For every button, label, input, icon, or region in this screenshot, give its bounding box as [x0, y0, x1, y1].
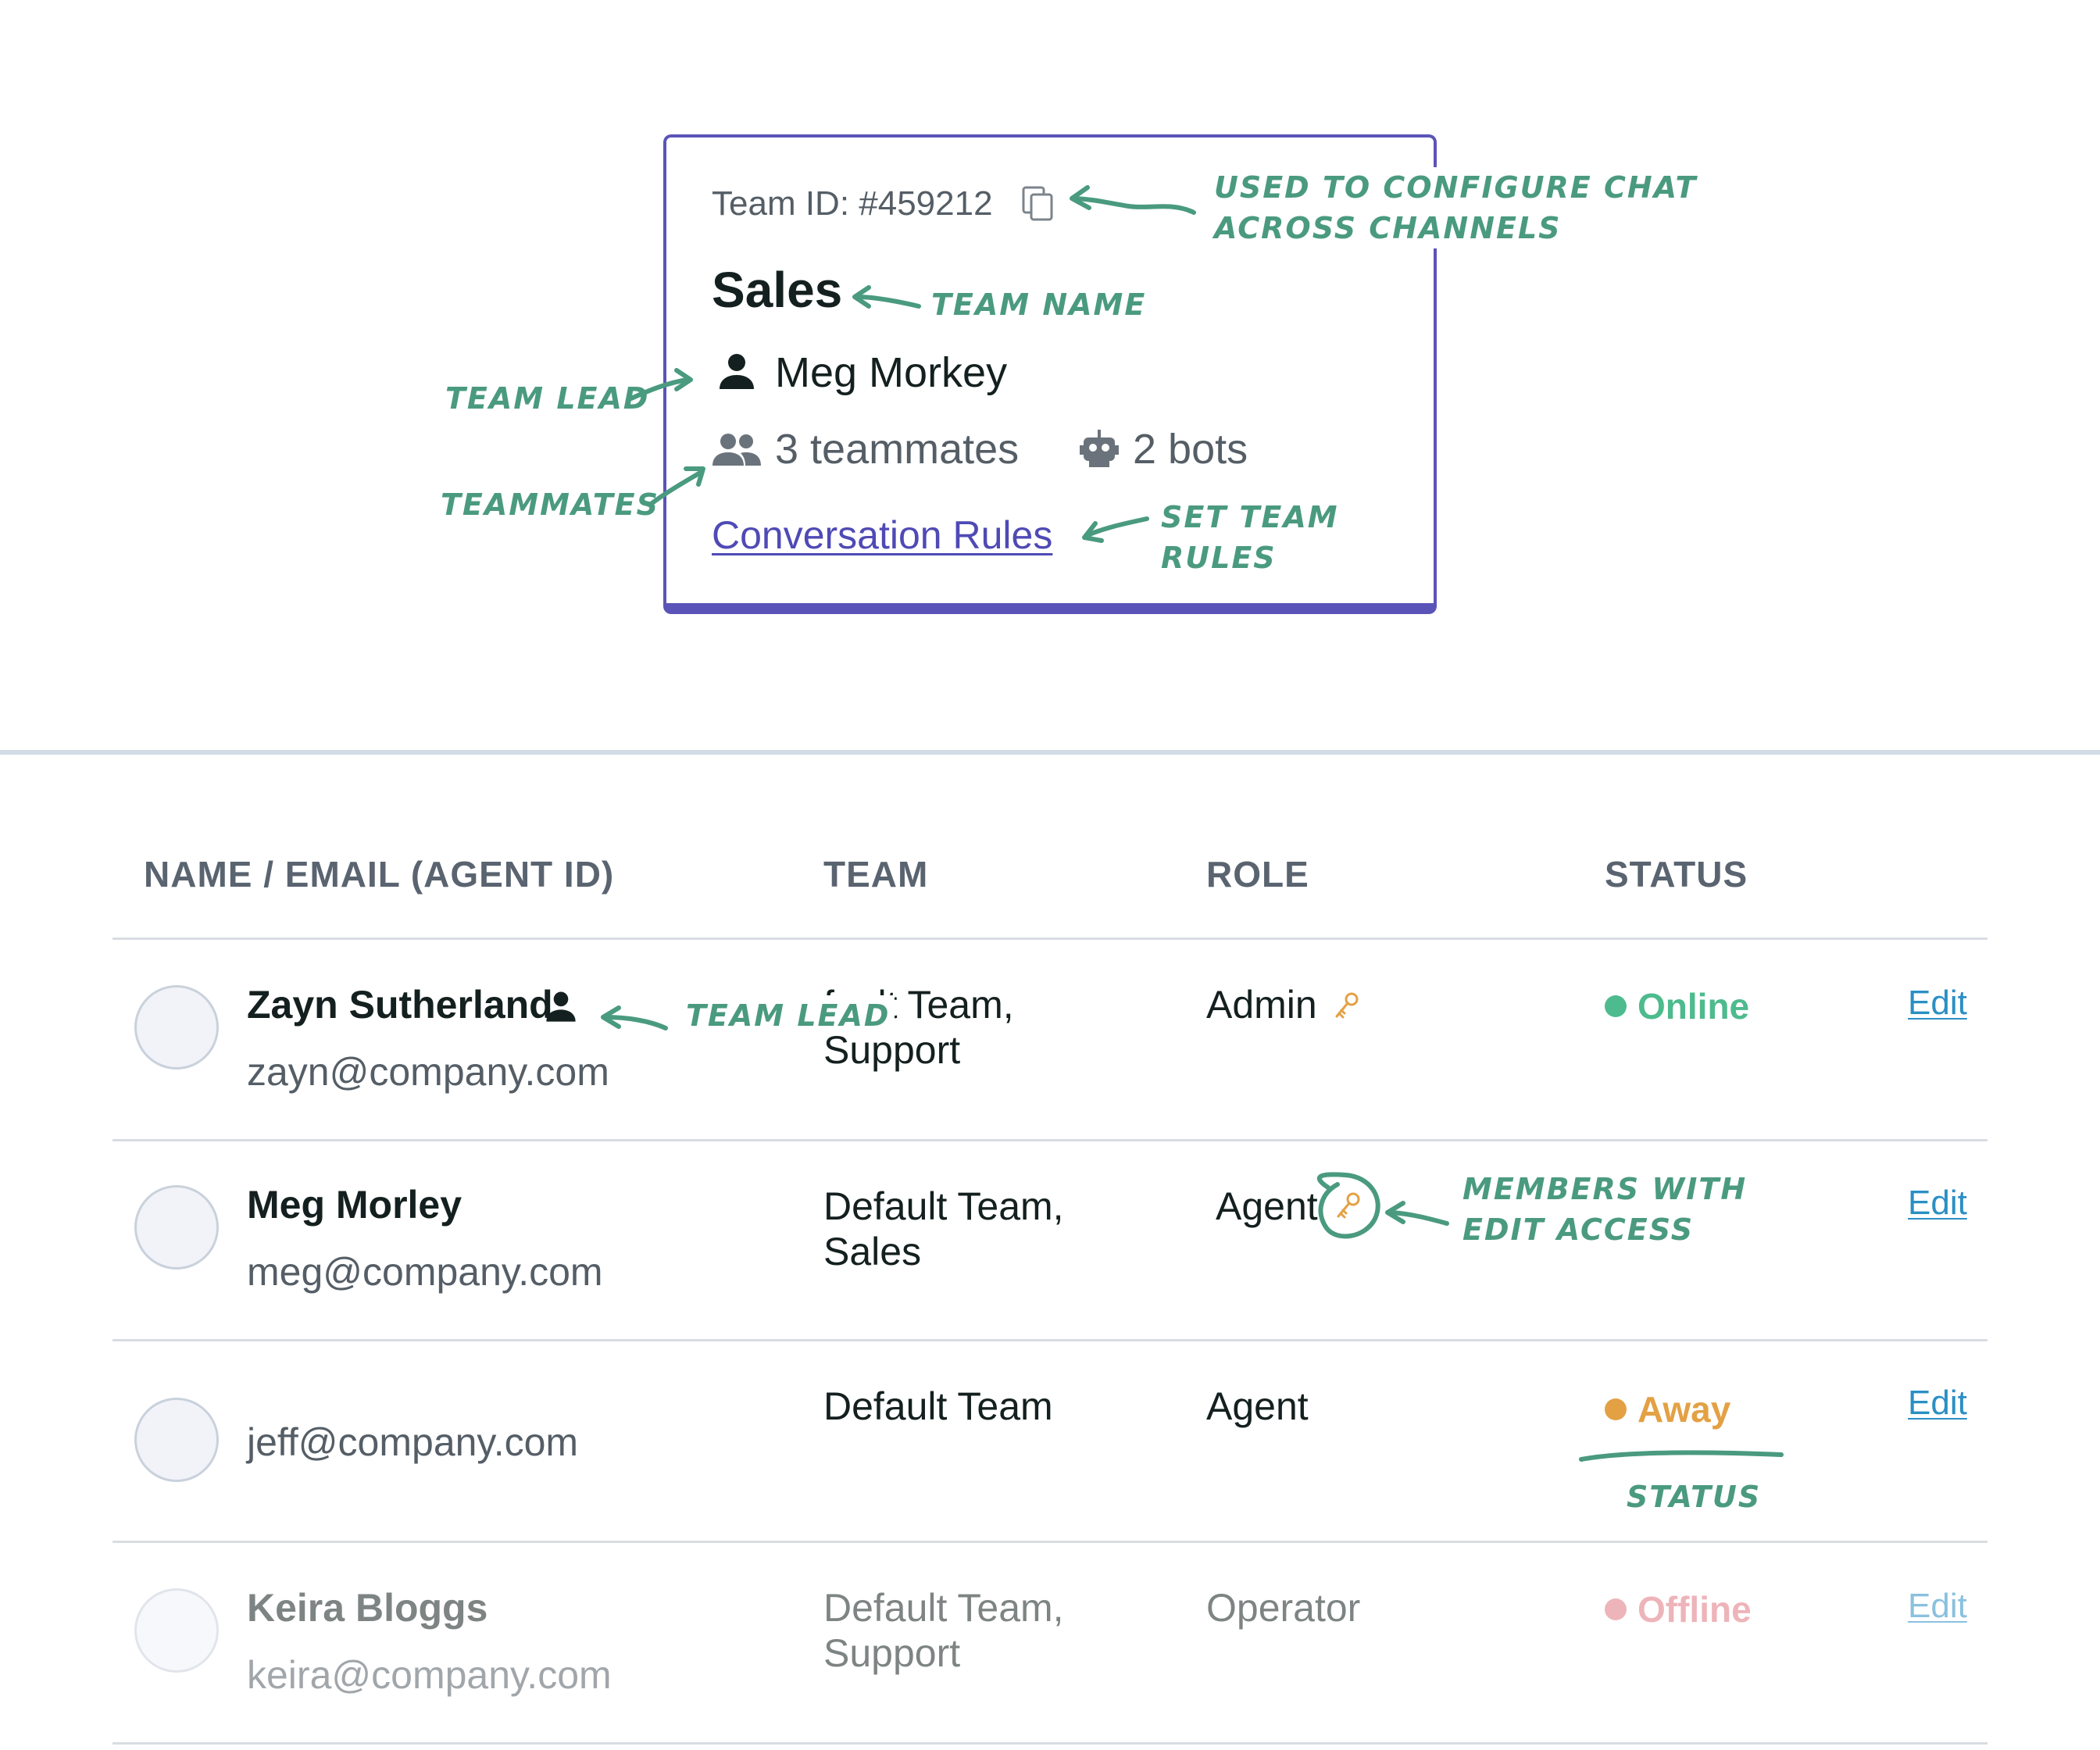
edit-link[interactable]: Edit — [1908, 1384, 1967, 1423]
team-line: Default Team, — [823, 1184, 1064, 1228]
agent-name: Keira Bloggs — [247, 1586, 488, 1630]
header-name-email: NAME / EMAIL (AGENT ID) — [144, 854, 615, 895]
avatar — [134, 985, 219, 1070]
avatar — [134, 1185, 219, 1270]
table-row[interactable]: jeff@company.com Default Team Agent Away… — [0, 1341, 2100, 1541]
role-cell: Agent — [1206, 1384, 1309, 1428]
table-row[interactable]: Zayn Sutherland zayn@company.com fault T… — [0, 940, 2100, 1140]
agent-email: keira@company.com — [247, 1653, 612, 1697]
annotation-edit-access: MEMBERS WITH EDIT ACCESS — [1458, 1169, 1752, 1250]
team-cell: Default Team, Support — [823, 1585, 1064, 1676]
team-line: Default Team, — [823, 1586, 1064, 1630]
table-row[interactable]: Meg Morley meg@company.com Default Team,… — [0, 1141, 2100, 1340]
status-badge: Away — [1605, 1388, 1730, 1430]
team-cell: Default Team, Sales — [823, 1184, 1064, 1274]
section-divider — [0, 750, 2100, 755]
status-label: Offline — [1638, 1589, 1752, 1630]
annotation-row-team-lead: TEAM LEAD — [681, 995, 895, 1036]
edit-link[interactable]: Edit — [1908, 1184, 1967, 1223]
status-dot — [1605, 1398, 1627, 1420]
team-cell: Default Team — [823, 1384, 1053, 1428]
avatar — [134, 1588, 219, 1673]
header-role: ROLE — [1206, 854, 1309, 895]
key-icon — [1337, 1192, 1360, 1219]
header-status: STATUS — [1605, 854, 1748, 895]
key-icon — [1335, 992, 1359, 1019]
annotation-text: EDIT ACCESS — [1462, 1212, 1695, 1247]
agent-name: Zayn Sutherland — [247, 983, 553, 1027]
status-label: Online — [1638, 986, 1750, 1027]
row-divider — [112, 1742, 1988, 1745]
role-cell: Agent — [1216, 1184, 1318, 1228]
avatar — [134, 1398, 219, 1482]
agent-email: meg@company.com — [247, 1250, 603, 1294]
annotation-text: MEMBERS WITH — [1462, 1172, 1748, 1206]
status-dot — [1605, 1598, 1627, 1620]
role-cell: Operator — [1206, 1586, 1361, 1630]
table-row[interactable]: Keira Bloggs keira@company.com Default T… — [0, 1543, 2100, 1743]
role-cell: Admin — [1206, 983, 1317, 1027]
agent-email: jeff@company.com — [247, 1420, 579, 1464]
edit-link[interactable]: Edit — [1908, 984, 1967, 1023]
status-badge: Online — [1605, 985, 1749, 1027]
annotation-status: STATUS — [1627, 1480, 1762, 1514]
status-label: Away — [1638, 1389, 1731, 1430]
agent-email: zayn@company.com — [247, 1050, 609, 1094]
header-team: TEAM — [823, 854, 929, 895]
person-icon — [546, 991, 576, 1022]
status-dot — [1605, 995, 1627, 1017]
team-line: Support — [823, 1631, 961, 1675]
status-badge: Offline — [1605, 1588, 1752, 1630]
edit-link[interactable]: Edit — [1908, 1587, 1967, 1626]
agent-name: Meg Morley — [247, 1183, 462, 1227]
team-line: Sales — [823, 1230, 922, 1273]
